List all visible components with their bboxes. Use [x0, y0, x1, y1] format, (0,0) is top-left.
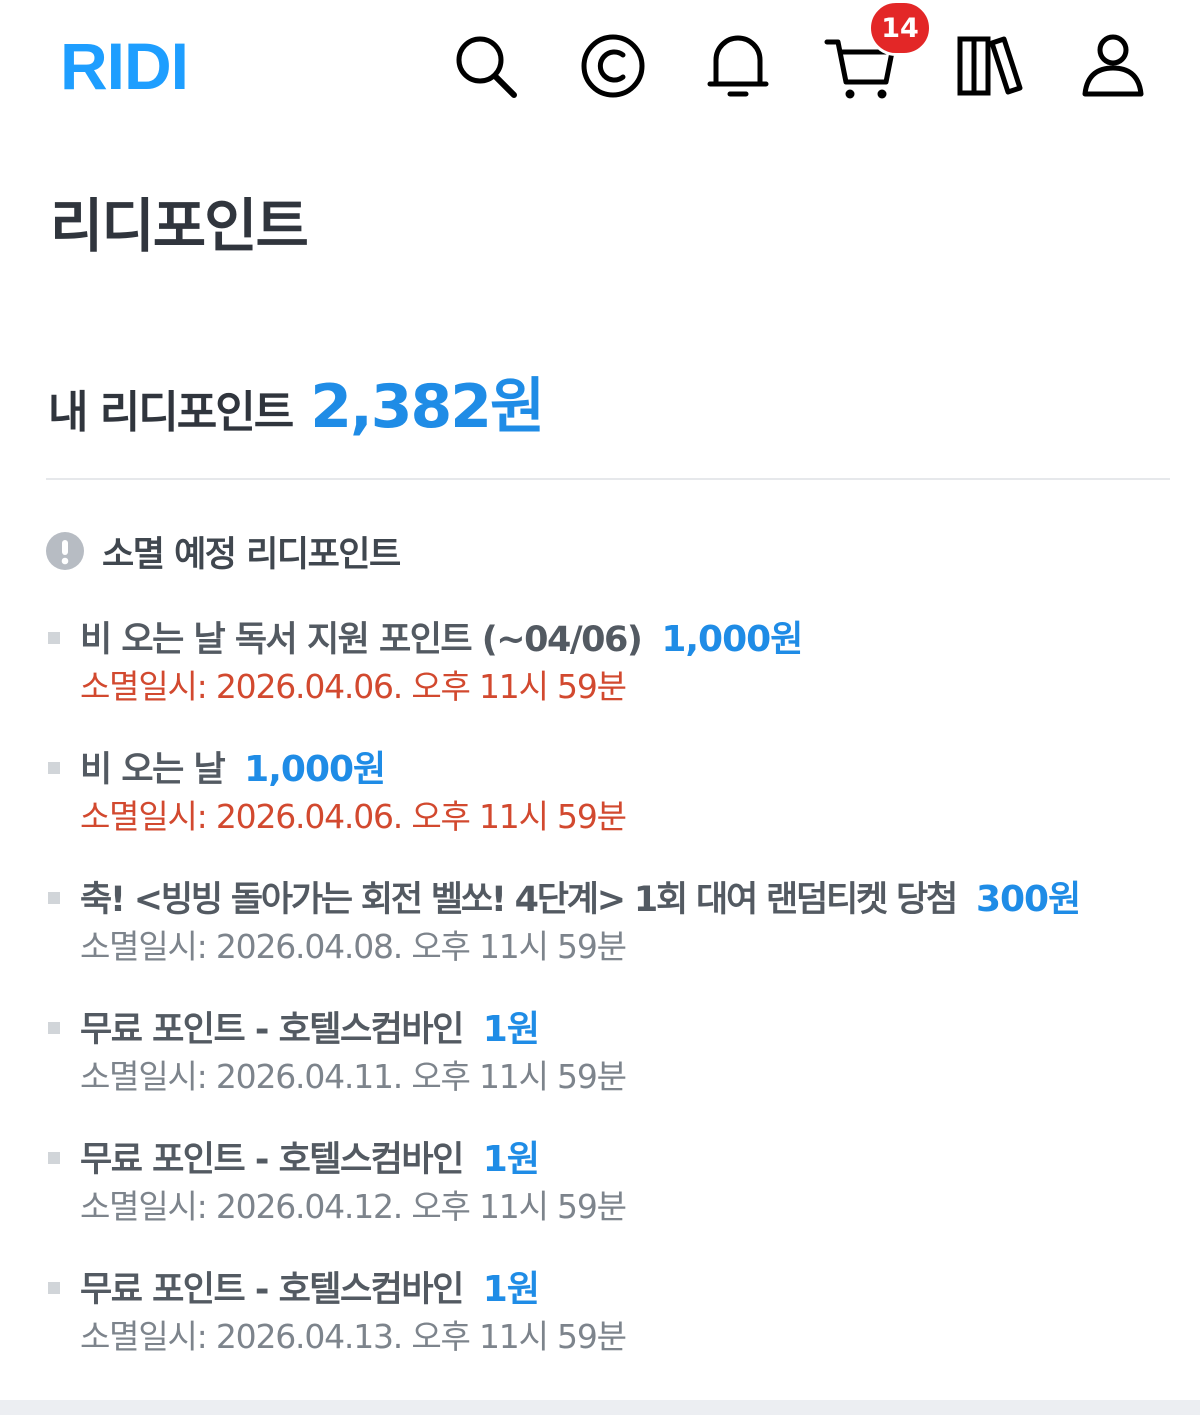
expiring-section-title: 소멸 예정 리디포인트: [102, 534, 401, 575]
expiry-date: 소멸일시: 2026.04.12. 오후 11시 59분: [80, 1187, 627, 1226]
expiring-points-list: 비 오는 날 독서 지원 포인트 (~04/06) 1,000원 소멸일시: 2…: [46, 608, 1186, 1388]
bottom-divider-band: [0, 1400, 1200, 1415]
expiry-date: 소멸일시: 2026.04.06. 오후 11시 59분: [80, 667, 627, 706]
point-amount: 1,000원: [661, 619, 803, 660]
point-amount: 300원: [975, 879, 1081, 920]
bullet-marker: [48, 1282, 60, 1294]
expiry-date: 소멸일시: 2026.04.06. 오후 11시 59분: [80, 797, 627, 836]
list-item: 비 오는 날 1,000원 소멸일시: 2026.04.06. 오후 11시 5…: [46, 738, 1186, 868]
bullet-marker: [48, 1152, 60, 1164]
my-points-summary: 내 리디포인트 2,382원: [48, 358, 545, 442]
my-points-amount: 2,382원: [310, 372, 545, 442]
library-icon[interactable]: [954, 28, 1026, 104]
user-icon[interactable]: [1077, 28, 1149, 104]
point-amount: 1원: [482, 1009, 540, 1050]
search-icon[interactable]: [450, 28, 522, 104]
point-name: 비 오는 날 독서 지원 포인트 (~04/06): [80, 619, 643, 660]
copyright-cash-icon[interactable]: [577, 28, 649, 104]
list-item: 무료 포인트 - 호텔스컴바인 1원 소멸일시: 2026.04.12. 오후 …: [46, 1128, 1186, 1258]
point-amount: 1원: [482, 1269, 540, 1310]
ridi-points-page: RIDI 14 리디포인트 내 리디포인트 2,382원 소멸 예정 리디포인트…: [0, 0, 1200, 1415]
list-item: 무료 포인트 - 호텔스컴바인 1원 소멸일시: 2026.04.11. 오후 …: [46, 998, 1186, 1128]
expiring-section-header: 소멸 예정 리디포인트: [46, 528, 401, 575]
point-name: 무료 포인트 - 호텔스컴바인: [80, 1269, 464, 1310]
page-title: 리디포인트: [50, 192, 309, 260]
bullet-marker: [48, 1022, 60, 1034]
exclamation-icon: [46, 532, 84, 570]
cart-count-badge: 14: [868, 0, 932, 56]
expiry-date: 소멸일시: 2026.04.08. 오후 11시 59분: [80, 927, 627, 966]
list-item: 비 오는 날 독서 지원 포인트 (~04/06) 1,000원 소멸일시: 2…: [46, 608, 1186, 738]
bullet-marker: [48, 762, 60, 774]
expiry-date: 소멸일시: 2026.04.13. 오후 11시 59분: [80, 1317, 627, 1356]
point-name: 무료 포인트 - 호텔스컴바인: [80, 1139, 464, 1180]
bullet-marker: [48, 632, 60, 644]
bell-icon[interactable]: [702, 28, 774, 104]
point-amount: 1원: [482, 1139, 540, 1180]
expiry-date: 소멸일시: 2026.04.11. 오후 11시 59분: [80, 1057, 627, 1096]
point-name: 무료 포인트 - 호텔스컴바인: [80, 1009, 464, 1050]
bullet-marker: [48, 892, 60, 904]
list-item: 축! <빙빙 돌아가는 회전 벨쏘! 4단계> 1회 대여 랜덤티켓 당첨 30…: [46, 868, 1186, 998]
top-header: RIDI 14: [0, 0, 1200, 130]
point-amount: 1,000원: [244, 749, 386, 790]
point-name: 축! <빙빙 돌아가는 회전 벨쏘! 4단계> 1회 대여 랜덤티켓 당첨: [80, 879, 958, 920]
ridi-logo[interactable]: RIDI: [60, 28, 189, 104]
point-name: 비 오는 날: [80, 749, 226, 790]
my-points-label: 내 리디포인트: [48, 387, 294, 438]
section-divider: [46, 478, 1170, 480]
list-item: 무료 포인트 - 호텔스컴바인 1원 소멸일시: 2026.04.13. 오후 …: [46, 1258, 1186, 1388]
